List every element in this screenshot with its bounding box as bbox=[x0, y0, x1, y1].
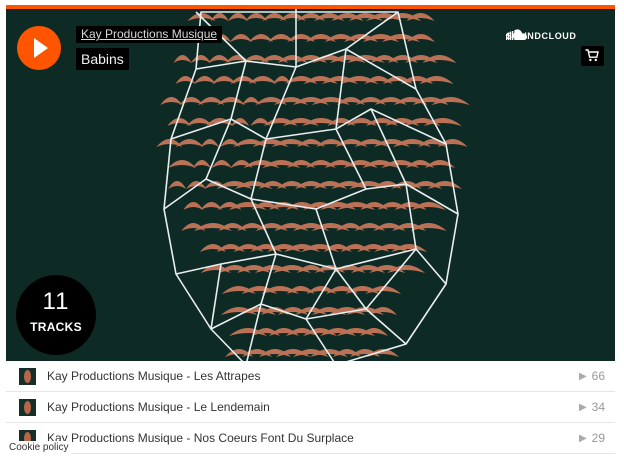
play-count-value: 34 bbox=[591, 400, 605, 414]
soundcloud-logo[interactable]: SOUNDCLOUD bbox=[506, 29, 577, 43]
cone-scale bbox=[227, 13, 248, 21]
cone-scale bbox=[422, 55, 457, 63]
cone-scale bbox=[211, 160, 232, 168]
play-count-value: 29 bbox=[591, 431, 605, 445]
track-thumbnail bbox=[19, 368, 36, 385]
play-count-icon: ▶ bbox=[578, 432, 587, 444]
cone-scale bbox=[410, 223, 447, 231]
soundcloud-widget: Kay Productions Musique Babins SOUNDCLOU… bbox=[6, 5, 615, 456]
cone-scale bbox=[183, 202, 204, 210]
buy-button[interactable] bbox=[581, 46, 604, 66]
cone-scale bbox=[248, 76, 277, 84]
cone-scale bbox=[173, 55, 192, 63]
cone-scale bbox=[168, 160, 197, 168]
cart-icon bbox=[585, 49, 599, 62]
track-count-label: TRACKS bbox=[30, 320, 82, 334]
cone-scale bbox=[160, 97, 183, 105]
cone-scale bbox=[406, 34, 435, 42]
playlist-title[interactable]: Babins bbox=[76, 48, 129, 70]
track-row[interactable]: Kay Productions Musique - Nos Coeurs Fon… bbox=[6, 423, 615, 454]
cone-scale bbox=[200, 139, 219, 147]
cone-scale bbox=[419, 76, 454, 84]
cone-scale bbox=[286, 286, 315, 294]
play-button[interactable] bbox=[17, 26, 61, 70]
soundcloud-logo-icon bbox=[506, 29, 527, 40]
play-count: ▶ 29 bbox=[579, 431, 605, 445]
track-count-badge: 11 TRACKS bbox=[16, 275, 96, 355]
track-row[interactable]: Kay Productions Musique - Les Attrapes ▶… bbox=[6, 361, 615, 392]
track-title: Kay Productions Musique - Les Attrapes bbox=[47, 369, 261, 383]
cone-scale bbox=[190, 55, 211, 63]
cookie-policy-link[interactable]: Cookie policy bbox=[6, 441, 72, 454]
track-title: Kay Productions Musique - Le Lendemain bbox=[47, 400, 270, 414]
cone-scale bbox=[406, 13, 435, 21]
play-count: ▶ 34 bbox=[579, 400, 605, 414]
cone-scale bbox=[230, 34, 253, 42]
track-count-number: 11 bbox=[42, 288, 70, 315]
play-icon bbox=[34, 38, 48, 58]
cone-scale bbox=[369, 307, 397, 315]
play-count-value: 66 bbox=[591, 369, 605, 383]
track-title: Kay Productions Musique - Nos Coeurs Fon… bbox=[47, 431, 354, 445]
cone-scale bbox=[193, 76, 216, 84]
track-thumbnail bbox=[19, 399, 36, 416]
cone-scale bbox=[427, 181, 462, 189]
play-count-icon: ▶ bbox=[578, 401, 587, 413]
track-list: Kay Productions Musique - Les Attrapes ▶… bbox=[6, 361, 615, 454]
playlist-artwork: Kay Productions Musique Babins SOUNDCLOU… bbox=[6, 9, 615, 365]
cone-scale bbox=[360, 328, 388, 336]
artist-name-link[interactable]: Kay Productions Musique bbox=[76, 26, 223, 43]
play-count: ▶ 66 bbox=[579, 369, 605, 383]
cone-scale bbox=[192, 160, 211, 168]
track-row[interactable]: Kay Productions Musique - Le Lendemain ▶… bbox=[6, 392, 615, 423]
cone-scale bbox=[168, 181, 187, 189]
play-count-icon: ▶ bbox=[578, 370, 587, 382]
